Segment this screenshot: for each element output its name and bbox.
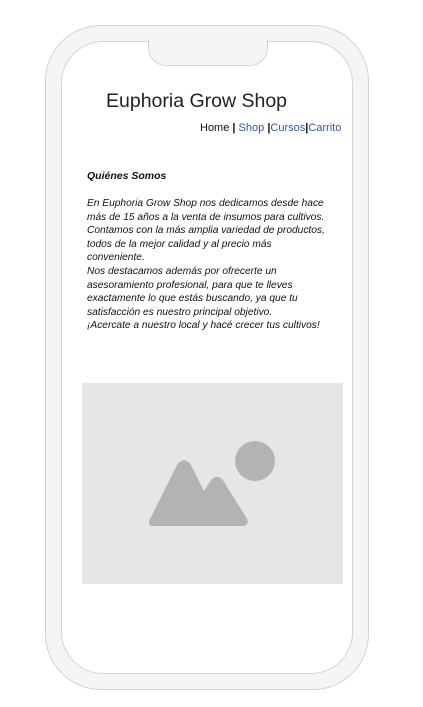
about-paragraph: Contamos con la más amplia variedad de p… <box>87 225 325 264</box>
page: Euphoria Grow Shop Home | Shop |Cursos|C… <box>0 0 423 707</box>
about-paragraph: ¡Acercate a nuestro local y hacé crecer … <box>87 320 320 332</box>
image-placeholder-icon <box>148 441 275 526</box>
nav-separator: | <box>232 122 236 134</box>
content-image-placeholder <box>82 383 343 584</box>
about-paragraph: En Euphoria Grow Shop nos dedicamos desd… <box>87 198 325 223</box>
main-nav: Home | Shop |Cursos|Carrito <box>200 122 341 134</box>
nav-carrito-link[interactable]: Carrito <box>308 122 341 134</box>
about-paragraph: Nos destacamos además por ofrecerte un a… <box>87 265 298 318</box>
nav-shop-link[interactable]: Shop <box>239 122 265 134</box>
page-content: Euphoria Grow Shop Home | Shop |Cursos|C… <box>0 0 423 707</box>
about-text: En Euphoria Grow Shop nos dedicamos desd… <box>87 197 327 333</box>
nav-home[interactable]: Home <box>200 122 229 134</box>
site-title: Euphoria Grow Shop <box>106 90 288 112</box>
nav-cursos-link[interactable]: Cursos <box>270 122 305 134</box>
about-heading: Quiénes Somos <box>87 170 167 182</box>
